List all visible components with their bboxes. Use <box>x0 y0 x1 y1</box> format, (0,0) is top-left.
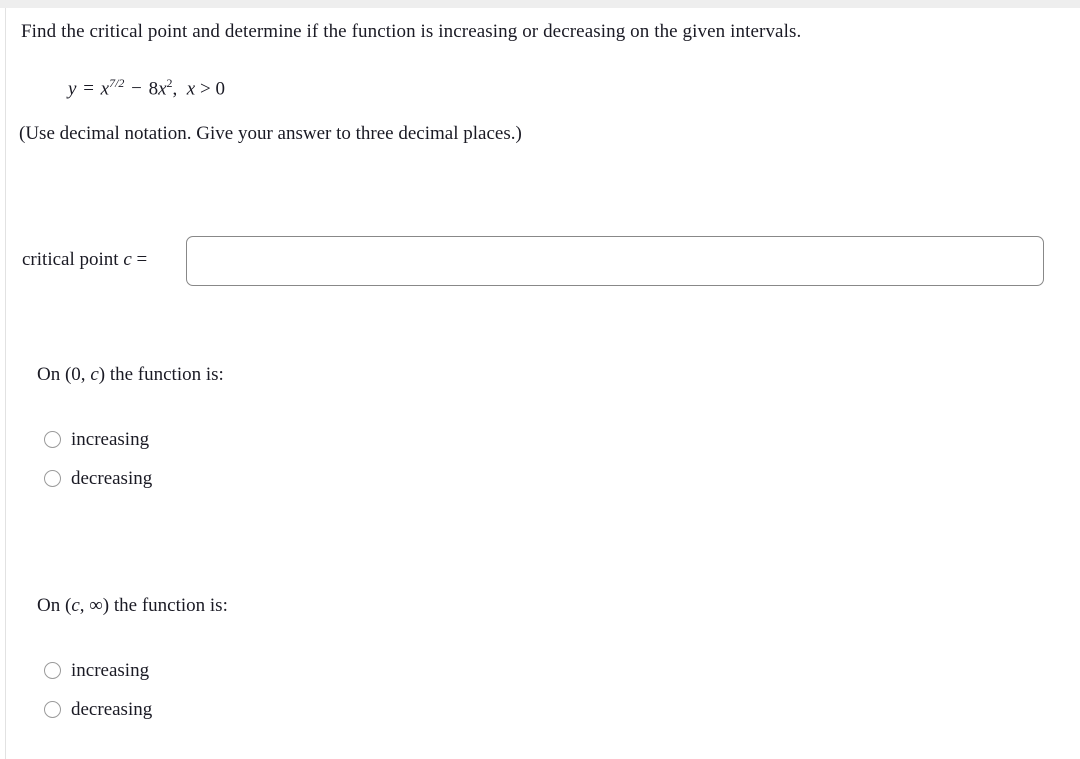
option-label: decreasing <box>71 468 153 489</box>
interval-title-suffix: ) the function is: <box>98 364 224 385</box>
option-increasing-interval-1[interactable]: increasing <box>6 656 152 685</box>
formula-comma: , <box>172 78 178 100</box>
formula-term2-coefficient: 8 <box>148 78 159 100</box>
question-prompt: Find the critical point and determine if… <box>21 21 802 42</box>
formula-domain-relation: > <box>199 78 211 100</box>
critical-point-label: critical point c = <box>22 249 147 271</box>
formula-domain-variable: x <box>186 78 196 100</box>
critical-point-label-text: critical point <box>22 249 124 270</box>
option-label: decreasing <box>71 699 153 720</box>
function-formula: y = x7/2 − 8x2, x > 0 <box>68 70 225 102</box>
top-gray-strip <box>0 0 1080 8</box>
radio-button-icon[interactable] <box>44 662 61 679</box>
answer-format-note: (Use decimal notation. Give your answer … <box>19 123 522 144</box>
critical-point-input[interactable] <box>186 236 1044 286</box>
interval-1-options: increasing decreasing <box>6 656 152 734</box>
formula-lhs: y <box>68 78 77 100</box>
formula-equals: = <box>83 78 94 100</box>
critical-point-row: critical point c = <box>6 236 1080 290</box>
formula-minus: − <box>131 78 142 100</box>
interval-title-variable: c <box>90 364 99 385</box>
interval-title-suffix: , ∞) the function is: <box>79 595 228 616</box>
radio-button-icon[interactable] <box>44 470 61 487</box>
option-decreasing-interval-1[interactable]: decreasing <box>6 695 152 724</box>
option-increasing-interval-0[interactable]: increasing <box>6 425 152 454</box>
interval-title-0-c: On (0, c) the function is: <box>37 364 224 386</box>
option-label: increasing <box>71 429 150 450</box>
question-page: Find the critical point and determine if… <box>6 8 1080 759</box>
formula-term2-base: x <box>158 78 167 100</box>
interval-title-prefix: On ( <box>37 595 72 616</box>
formula-base: x <box>100 78 110 100</box>
interval-0-options: increasing decreasing <box>6 425 152 503</box>
option-decreasing-interval-0[interactable]: decreasing <box>6 464 152 493</box>
formula-domain-value: 0 <box>215 78 225 100</box>
critical-point-variable: c <box>123 249 132 270</box>
formula-exponent: 7/2 <box>109 76 125 90</box>
interval-title-prefix: On (0, <box>37 364 91 385</box>
option-label: increasing <box>71 660 150 681</box>
critical-point-equals: = <box>131 249 148 270</box>
interval-title-variable: c <box>71 595 80 616</box>
radio-button-icon[interactable] <box>44 431 61 448</box>
interval-title-c-infinity: On (c, ∞) the function is: <box>37 595 228 617</box>
radio-button-icon[interactable] <box>44 701 61 718</box>
